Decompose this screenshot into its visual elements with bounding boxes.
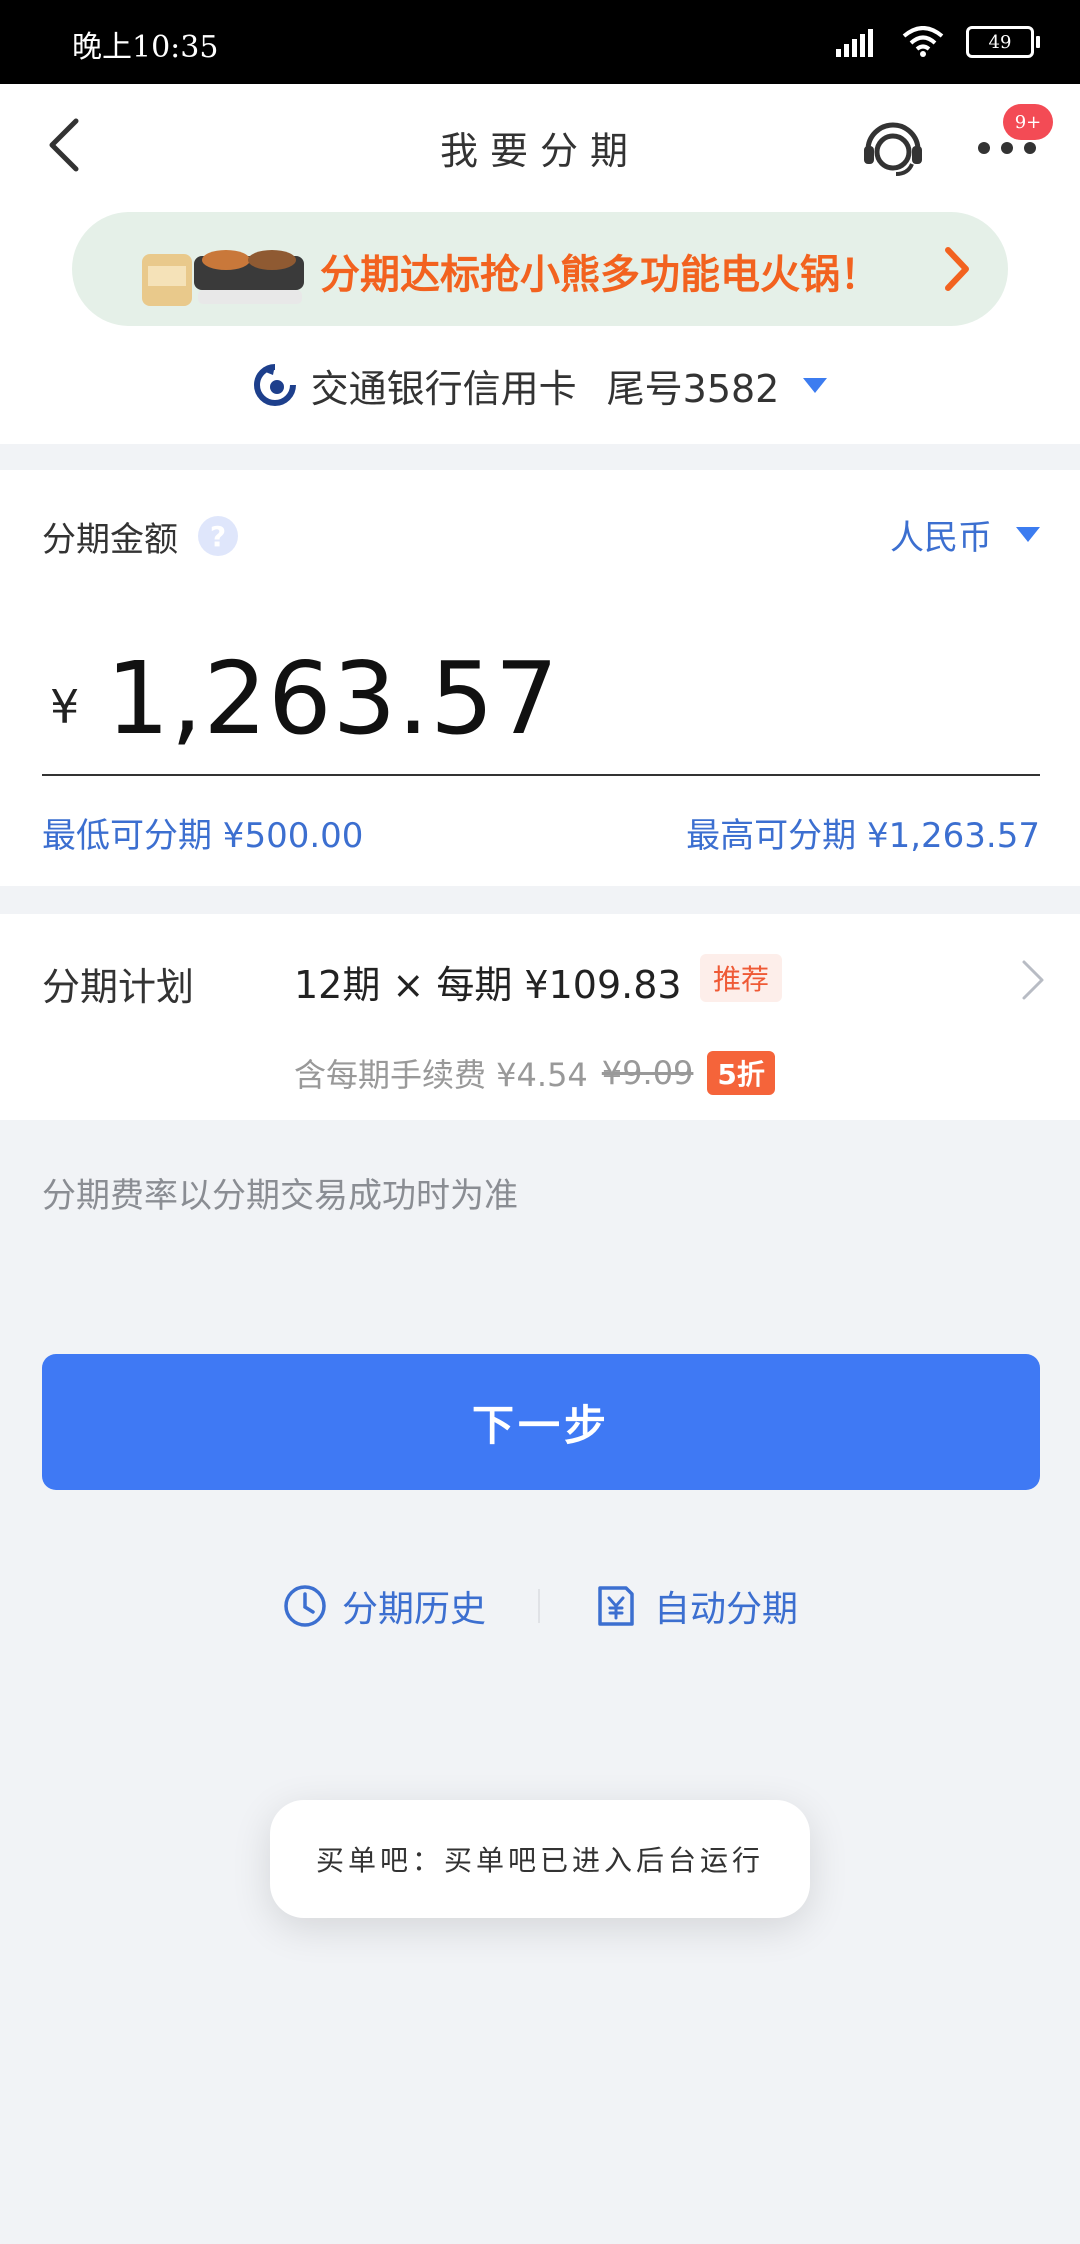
next-button[interactable]: 下一步 — [42, 1354, 1040, 1490]
promo-banner[interactable]: 分期达标抢小熊多功能电火锅！ — [72, 212, 1008, 326]
plan-label: 分期计划 — [42, 965, 195, 1009]
fee-original: ¥9.09 — [601, 1054, 694, 1092]
currency-selector[interactable]: 人民币 — [890, 510, 1040, 559]
card-selector[interactable]: 交通银行信用卡 尾号3582 — [0, 352, 1080, 418]
amount-input[interactable]: 1,263.57 — [106, 640, 559, 757]
banner-chevron-icon — [945, 247, 969, 291]
hotpot-image-icon — [142, 250, 304, 306]
toast-message: 买单吧：买单吧已进入后台运行 — [270, 1800, 810, 1918]
battery-icon: 49 — [966, 26, 1040, 58]
currency-label: 人民币 — [890, 518, 992, 558]
plan-chevron-icon[interactable] — [1018, 958, 1048, 1002]
min-amount-text: 最低可分期 ¥500.00 — [42, 816, 364, 856]
bottom-links: 分期历史 自动分期 — [0, 1578, 1080, 1634]
help-icon[interactable]: ? — [198, 516, 238, 556]
auto-installment-link[interactable]: 自动分期 — [592, 1580, 798, 1632]
history-link[interactable]: 分期历史 — [282, 1580, 486, 1632]
history-label: 分期历史 — [341, 1589, 486, 1630]
amount-label: 分期金额 — [42, 520, 178, 560]
headset-icon — [864, 122, 922, 176]
auto-label: 自动分期 — [654, 1589, 799, 1630]
wifi-icon — [902, 26, 944, 57]
fee-text: 含每期手续费 ¥4.54 — [294, 1056, 588, 1094]
yen-sign: ¥ — [50, 680, 80, 734]
max-amount-text: 最高可分期 ¥1,263.57 — [686, 816, 1040, 856]
bank-logo-icon — [253, 364, 296, 406]
card-suffix: 尾号3582 — [606, 366, 780, 411]
status-icons: 49 — [836, 22, 1040, 62]
signal-icon — [836, 29, 873, 57]
dropdown-triangle-icon — [803, 377, 828, 393]
discount-badge: 5折 — [707, 1051, 775, 1095]
clock-icon — [284, 1585, 326, 1627]
plan-detail: 12期 × 每期 ¥109.83 — [294, 963, 682, 1007]
banner-text: 分期达标抢小熊多功能电火锅！ — [320, 252, 880, 298]
amount-underline — [42, 774, 1040, 776]
bank-name: 交通银行信用卡 — [310, 366, 577, 411]
currency-dropdown-icon — [1016, 527, 1040, 542]
customer-service-button[interactable] — [858, 112, 928, 182]
auto-yen-icon — [598, 1586, 634, 1626]
fee-row: 含每期手续费 ¥4.54 ¥9.09 5折 — [294, 1050, 775, 1096]
status-time: 晚上10:35 — [72, 30, 219, 65]
rate-note: 分期费率以分期交易成功时为准 — [42, 1176, 518, 1216]
recommend-tag: 推荐 — [700, 954, 782, 1002]
battery-level: 49 — [966, 26, 1034, 58]
link-divider — [538, 1589, 540, 1623]
notification-badge: 9+ — [1003, 104, 1053, 140]
